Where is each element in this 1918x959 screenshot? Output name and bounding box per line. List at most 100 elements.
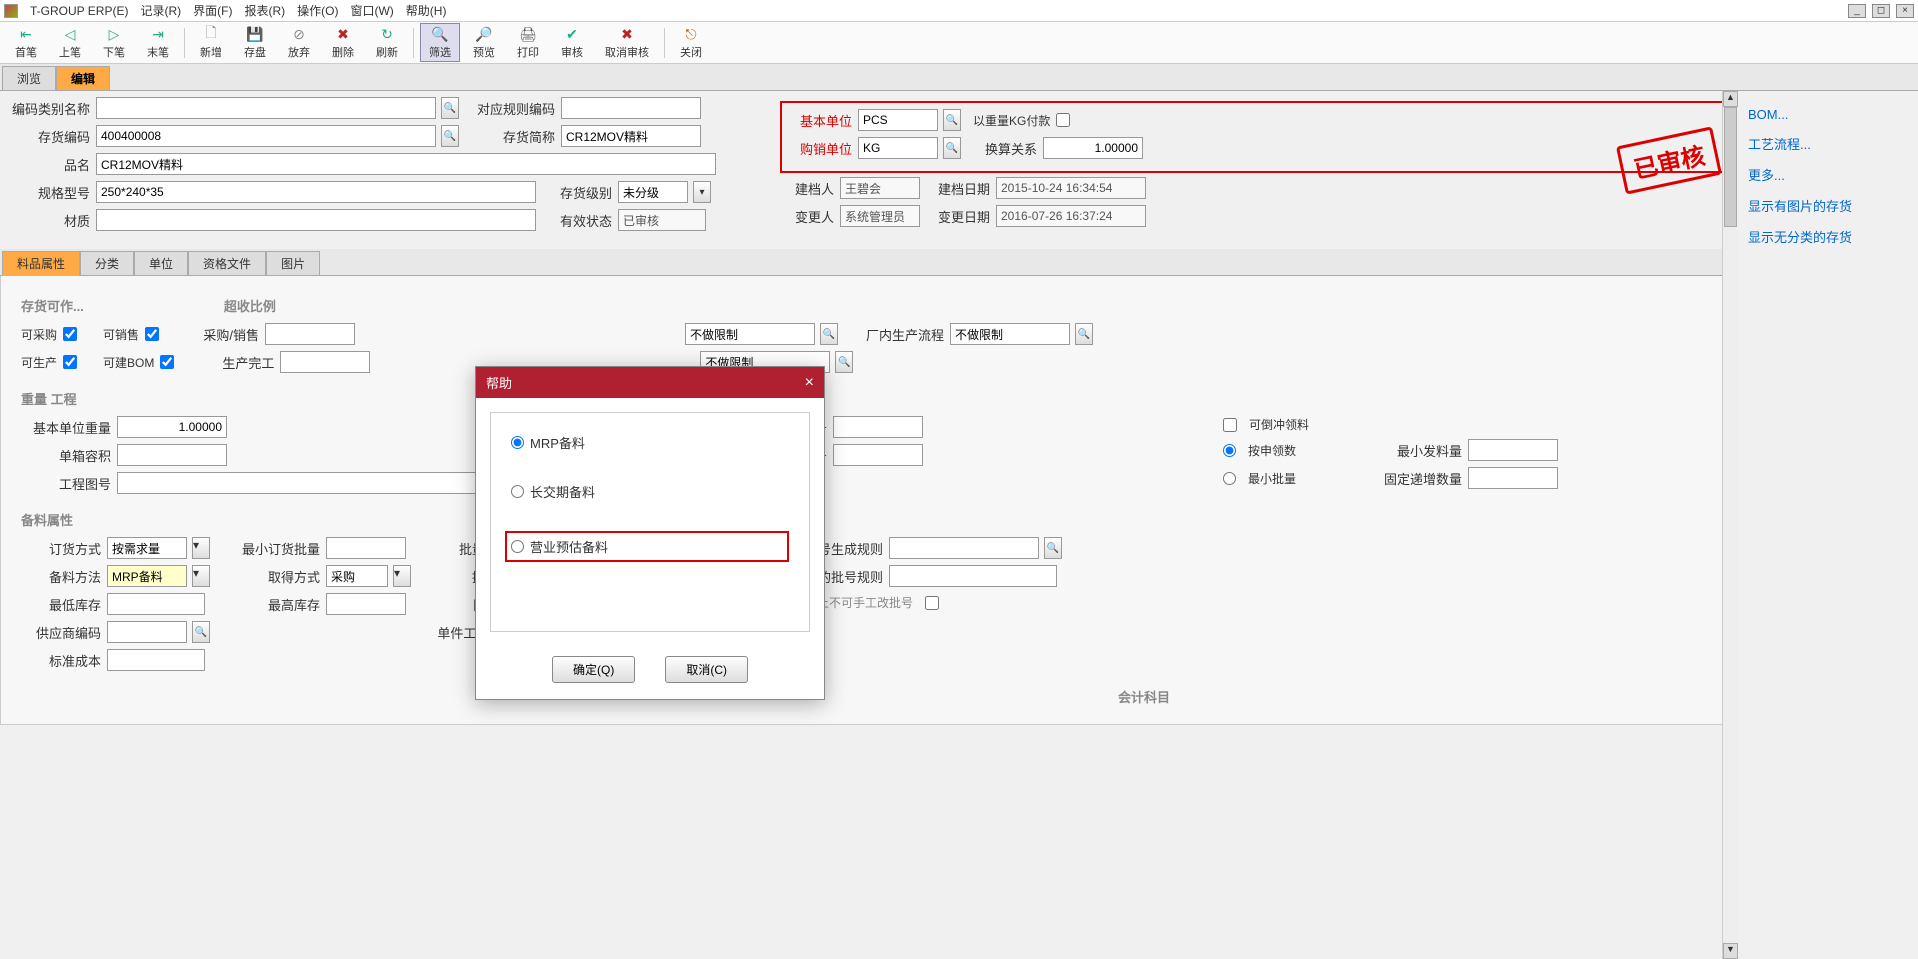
limit1-lookup-icon[interactable]: 🔍 [820, 323, 838, 345]
batch-rule-lookup-icon[interactable]: 🔍 [1044, 537, 1062, 559]
toolbar-上笔[interactable]: ◁上笔 [50, 23, 90, 62]
link-bom[interactable]: BOM... [1748, 101, 1908, 128]
menu-op[interactable]: 操作(O) [297, 2, 338, 19]
purchase-sale-input[interactable] [265, 323, 355, 345]
subtab-image[interactable]: 图片 [266, 251, 320, 275]
toolbar-末笔[interactable]: ⇥末笔 [138, 23, 178, 62]
link-more[interactable]: 更多... [1748, 159, 1908, 190]
menu-help[interactable]: 帮助(H) [406, 2, 447, 19]
toolbar-关闭[interactable]: ⎋关闭 [671, 23, 711, 62]
producible-checkbox[interactable] [63, 355, 77, 369]
link-process[interactable]: 工艺流程... [1748, 128, 1908, 159]
toolbar-放弃[interactable]: ⊘放弃 [279, 23, 319, 62]
subtab-unit[interactable]: 单位 [134, 251, 188, 275]
by-apply-radio[interactable] [1223, 444, 1236, 457]
box-vol-input[interactable] [117, 444, 227, 466]
scrollbar[interactable]: ▲ ▼ [1722, 91, 1738, 959]
can-reverse-checkbox[interactable] [1223, 418, 1237, 432]
level-input[interactable] [618, 181, 688, 203]
weight-pay-checkbox[interactable] [1056, 113, 1070, 127]
tab-edit[interactable]: 编辑 [56, 66, 110, 90]
purchasable-checkbox[interactable] [63, 327, 77, 341]
menu-record[interactable]: 记录(R) [140, 2, 181, 19]
scroll-up-icon[interactable]: ▲ [1723, 91, 1738, 107]
menu-report[interactable]: 报表(R) [244, 2, 285, 19]
subtab-qual[interactable]: 资格文件 [188, 251, 266, 275]
base-unit-lookup-icon[interactable]: 🔍 [943, 109, 961, 131]
code-class-lookup-icon[interactable]: 🔍 [441, 97, 459, 119]
used-rule-input[interactable] [889, 565, 1057, 587]
base-unit-input[interactable] [858, 109, 938, 131]
modal-ok-button[interactable]: 确定(Q) [552, 656, 635, 683]
prep-method-input[interactable] [107, 565, 187, 587]
spec-input[interactable] [96, 181, 536, 203]
max-stock-input[interactable] [326, 593, 406, 615]
toolbar-取消审核[interactable]: ✖取消审核 [596, 23, 658, 62]
std-cost-input[interactable] [107, 649, 205, 671]
factory-flow-lookup-icon[interactable]: 🔍 [1075, 323, 1093, 345]
toolbar-label: 刷新 [376, 44, 398, 60]
get-mode-dropdown-icon[interactable]: ▾ [393, 565, 411, 587]
modal-opt2-radio[interactable] [511, 485, 524, 498]
base-weight-input[interactable] [117, 416, 227, 438]
stock-code-input[interactable] [96, 125, 436, 147]
close-button[interactable]: × [1896, 4, 1914, 18]
min-stock-input[interactable] [107, 593, 205, 615]
modal-opt3-radio[interactable] [511, 540, 524, 553]
level-lookup-icon[interactable]: ▾ [693, 181, 711, 203]
order-mode-dropdown-icon[interactable]: ▾ [192, 537, 210, 559]
tab-browse[interactable]: 浏览 [2, 66, 56, 90]
stock-abbr-input[interactable] [561, 125, 701, 147]
sale-unit-input[interactable] [858, 137, 938, 159]
get-mode-input[interactable] [326, 565, 388, 587]
limit2-lookup-icon[interactable]: 🔍 [835, 351, 853, 373]
fixed-inc-input[interactable] [1468, 467, 1558, 489]
material-input[interactable] [96, 209, 536, 231]
toolbar-删除[interactable]: ✖删除 [323, 23, 363, 62]
toolbar-筛选[interactable]: 🔍筛选 [420, 23, 460, 62]
link-with-image[interactable]: 显示有图片的存货 [1748, 190, 1908, 221]
min-issue-input[interactable] [1468, 439, 1558, 461]
link-no-category[interactable]: 显示无分类的存货 [1748, 221, 1908, 252]
toolbar-打印[interactable]: 🖨打印 [508, 23, 548, 62]
subtab-category[interactable]: 分类 [80, 251, 134, 275]
toolbar-新增[interactable]: 🗋新增 [191, 23, 231, 62]
minimize-button[interactable]: _ [1848, 4, 1866, 18]
toolbar-审核[interactable]: ✔审核 [552, 23, 592, 62]
stock-code-lookup-icon[interactable]: 🔍 [441, 125, 459, 147]
restore-button[interactable]: ◻ [1872, 4, 1890, 18]
modal-opt1-radio[interactable] [511, 436, 524, 449]
rule-code-input[interactable] [561, 97, 701, 119]
prep-method-dropdown-icon[interactable]: ▾ [192, 565, 210, 587]
limit1-input[interactable] [685, 323, 815, 345]
sellable-checkbox[interactable] [145, 327, 159, 341]
order-mode-input[interactable] [107, 537, 187, 559]
can-bom-checkbox[interactable] [160, 355, 174, 369]
modal-close-icon[interactable]: × [805, 374, 814, 392]
sale-unit-lookup-icon[interactable]: 🔍 [943, 137, 961, 159]
conv-input[interactable] [1043, 137, 1143, 159]
menu-window[interactable]: 窗口(W) [350, 2, 393, 19]
scroll-thumb[interactable] [1724, 107, 1737, 227]
barcode-input[interactable] [833, 444, 923, 466]
min-order-input[interactable] [326, 537, 406, 559]
batch-rule-input[interactable] [889, 537, 1039, 559]
prod-done-input[interactable] [280, 351, 370, 373]
scroll-down-icon[interactable]: ▼ [1723, 943, 1738, 959]
modal-cancel-button[interactable]: 取消(C) [665, 656, 748, 683]
menu-ui[interactable]: 界面(F) [193, 2, 232, 19]
toolbar-预览[interactable]: 🔎预览 [464, 23, 504, 62]
code-class-input[interactable] [96, 97, 436, 119]
toolbar-存盘[interactable]: 💾存盘 [235, 23, 275, 62]
no-manual-checkbox[interactable] [925, 596, 939, 610]
customs-input[interactable] [833, 416, 923, 438]
toolbar-首笔[interactable]: ⇤首笔 [6, 23, 46, 62]
toolbar-刷新[interactable]: ↻刷新 [367, 23, 407, 62]
by-batch-radio[interactable] [1223, 472, 1236, 485]
subtab-item-attr[interactable]: 料品属性 [2, 251, 80, 276]
supplier-input[interactable] [107, 621, 187, 643]
name-input[interactable] [96, 153, 716, 175]
toolbar-下笔[interactable]: ▷下笔 [94, 23, 134, 62]
supplier-lookup-icon[interactable]: 🔍 [192, 621, 210, 643]
factory-flow-input[interactable] [950, 323, 1070, 345]
